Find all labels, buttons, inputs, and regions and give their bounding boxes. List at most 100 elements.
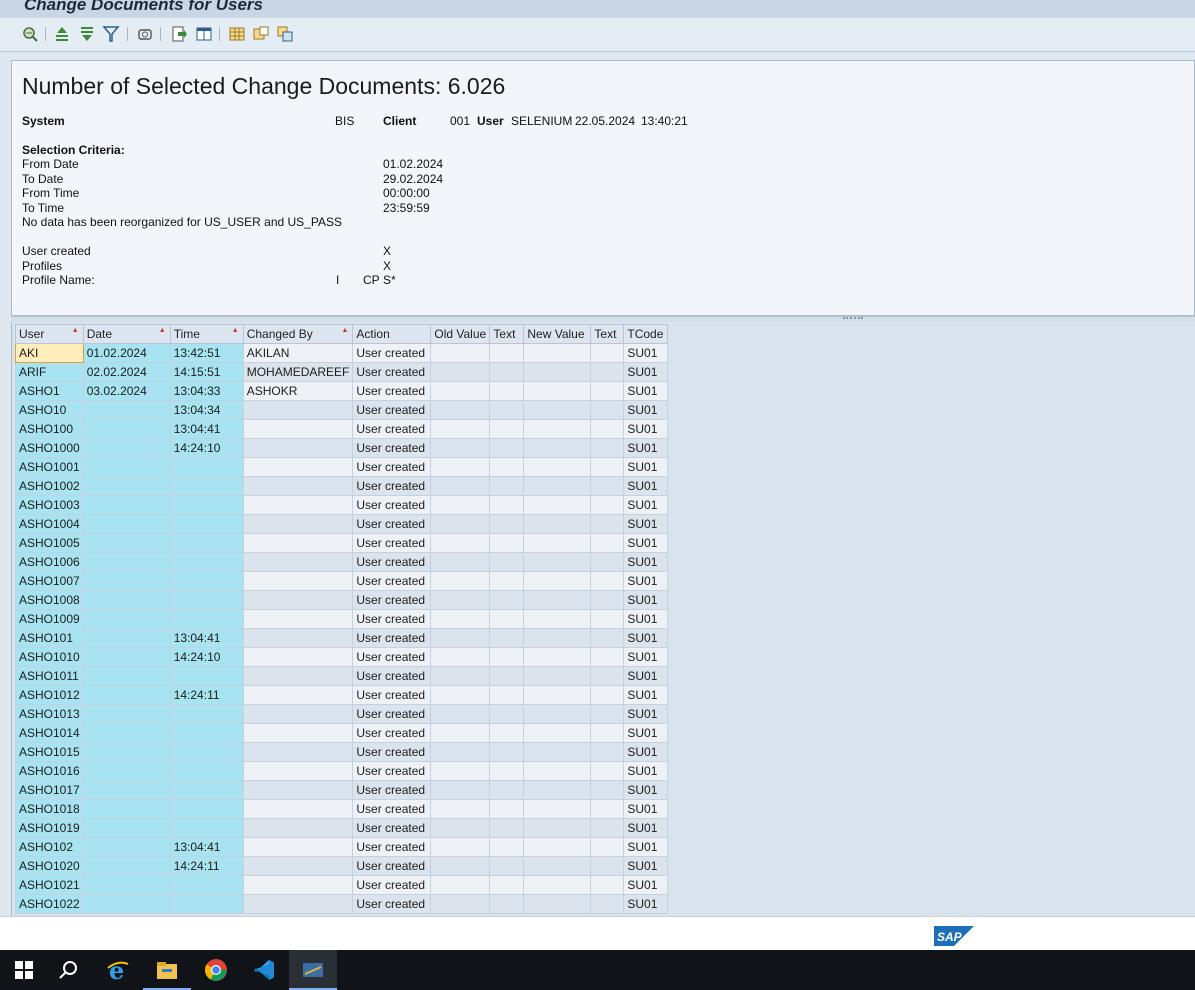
text-new-cell[interactable] [590, 362, 625, 382]
new-value-cell[interactable] [523, 457, 592, 477]
text-new-cell[interactable] [590, 894, 625, 914]
old-value-cell[interactable] [430, 704, 491, 724]
old-value-cell[interactable] [430, 647, 491, 667]
text-old-cell[interactable] [489, 818, 525, 838]
date-cell[interactable] [82, 609, 171, 629]
start-button[interactable] [0, 950, 48, 990]
old-value-cell[interactable] [430, 495, 491, 515]
user-cell[interactable]: ASHO1 [15, 381, 84, 401]
tcode-cell[interactable]: SU01 [623, 476, 669, 496]
text-new-cell[interactable] [590, 875, 625, 895]
tcode-cell[interactable]: SU01 [623, 875, 669, 895]
time-cell[interactable]: 14:24:11 [169, 685, 244, 705]
action-cell[interactable]: User created [352, 362, 432, 382]
text-old-cell[interactable] [489, 799, 525, 819]
new-value-cell[interactable] [523, 419, 592, 439]
new-value-cell[interactable] [523, 818, 592, 838]
time-cell[interactable] [169, 590, 244, 610]
time-cell[interactable]: 13:04:41 [169, 628, 244, 648]
table-row[interactable]: ASHO1016 User created SU01 [15, 761, 669, 781]
tcode-cell[interactable]: SU01 [623, 533, 669, 553]
old-value-cell[interactable] [430, 666, 491, 686]
old-value-cell[interactable] [430, 742, 491, 762]
text-old-cell[interactable] [489, 590, 525, 610]
new-value-cell[interactable] [523, 723, 592, 743]
table-row[interactable]: ASHO101 13:04:41 User created SU01 [15, 628, 669, 648]
user-cell[interactable]: ASHO1017 [15, 780, 84, 800]
changed-by-cell[interactable] [242, 837, 354, 857]
user-cell[interactable]: ASHO100 [15, 419, 84, 439]
text-new-cell[interactable] [590, 343, 625, 363]
old-value-cell[interactable] [430, 438, 491, 458]
action-cell[interactable]: User created [352, 685, 432, 705]
action-cell[interactable]: User created [352, 704, 432, 724]
new-value-cell[interactable] [523, 799, 592, 819]
action-cell[interactable]: User created [352, 457, 432, 477]
action-cell[interactable]: User created [352, 666, 432, 686]
new-value-cell[interactable] [523, 894, 592, 914]
date-cell[interactable] [82, 438, 171, 458]
action-cell[interactable]: User created [352, 514, 432, 534]
user-cell[interactable]: ASHO1003 [15, 495, 84, 515]
date-cell[interactable]: 01.02.2024 [82, 343, 171, 363]
date-cell[interactable] [82, 742, 171, 762]
table-row[interactable]: ASHO1022 User created SU01 [15, 894, 669, 914]
text-new-cell[interactable] [590, 761, 625, 781]
text-old-cell[interactable] [489, 628, 525, 648]
time-cell[interactable] [169, 742, 244, 762]
action-cell[interactable]: User created [352, 647, 432, 667]
table-row[interactable]: ASHO1005 User created SU01 [15, 533, 669, 553]
new-value-cell[interactable] [523, 609, 592, 629]
table-row[interactable]: AKI 01.02.2024 13:42:51 AKILAN User created S… [15, 343, 669, 363]
new-value-cell[interactable] [523, 875, 592, 895]
action-cell[interactable]: User created [352, 761, 432, 781]
tcode-cell[interactable]: SU01 [623, 666, 669, 686]
changed-by-cell[interactable] [242, 533, 354, 553]
user-cell[interactable]: ASHO1020 [15, 856, 84, 876]
user-cell[interactable]: ASHO1009 [15, 609, 84, 629]
action-cell[interactable]: User created [352, 571, 432, 591]
tcode-cell[interactable]: SU01 [623, 761, 669, 781]
changed-by-cell[interactable] [242, 438, 354, 458]
user-cell[interactable]: ASHO102 [15, 837, 84, 857]
table-row[interactable]: ASHO1020 14:24:11 User created SU01 [15, 856, 669, 876]
col-changed-by-header[interactable]: Changed By ▲ [242, 324, 354, 344]
grid-layout-icon[interactable] [228, 25, 246, 43]
old-value-cell[interactable] [430, 381, 491, 401]
table-row[interactable]: ASHO1018 User created SU01 [15, 799, 669, 819]
new-value-cell[interactable] [523, 837, 592, 857]
text-old-cell[interactable] [489, 438, 525, 458]
time-cell[interactable] [169, 609, 244, 629]
tcode-cell[interactable]: SU01 [623, 628, 669, 648]
date-cell[interactable] [82, 761, 171, 781]
time-cell[interactable] [169, 818, 244, 838]
changed-by-cell[interactable] [242, 704, 354, 724]
text-old-cell[interactable] [489, 704, 525, 724]
date-cell[interactable] [82, 457, 171, 477]
old-value-cell[interactable] [430, 476, 491, 496]
date-cell[interactable] [82, 818, 171, 838]
text-new-cell[interactable] [590, 495, 625, 515]
time-cell[interactable] [169, 799, 244, 819]
new-value-cell[interactable] [523, 780, 592, 800]
table-row[interactable]: ASHO1011 User created SU01 [15, 666, 669, 686]
search-button[interactable] [44, 950, 92, 990]
user-cell[interactable]: ASHO1013 [15, 704, 84, 724]
new-value-cell[interactable] [523, 761, 592, 781]
action-cell[interactable]: User created [352, 780, 432, 800]
changed-by-cell[interactable] [242, 818, 354, 838]
table-row[interactable]: ASHO102 13:04:41 User created SU01 [15, 837, 669, 857]
time-cell[interactable] [169, 514, 244, 534]
time-cell[interactable] [169, 894, 244, 914]
col-time-header[interactable]: Time ▲ [169, 324, 244, 344]
time-cell[interactable] [169, 723, 244, 743]
text-new-cell[interactable] [590, 647, 625, 667]
table-row[interactable]: ASHO1003 User created SU01 [15, 495, 669, 515]
tcode-cell[interactable]: SU01 [623, 894, 669, 914]
old-value-cell[interactable] [430, 343, 491, 363]
table-row[interactable]: ASHO1004 User created SU01 [15, 514, 669, 534]
time-cell[interactable]: 13:04:33 [169, 381, 244, 401]
taskbar-chrome[interactable] [192, 950, 240, 990]
action-cell[interactable]: User created [352, 552, 432, 572]
text-new-cell[interactable] [590, 704, 625, 724]
